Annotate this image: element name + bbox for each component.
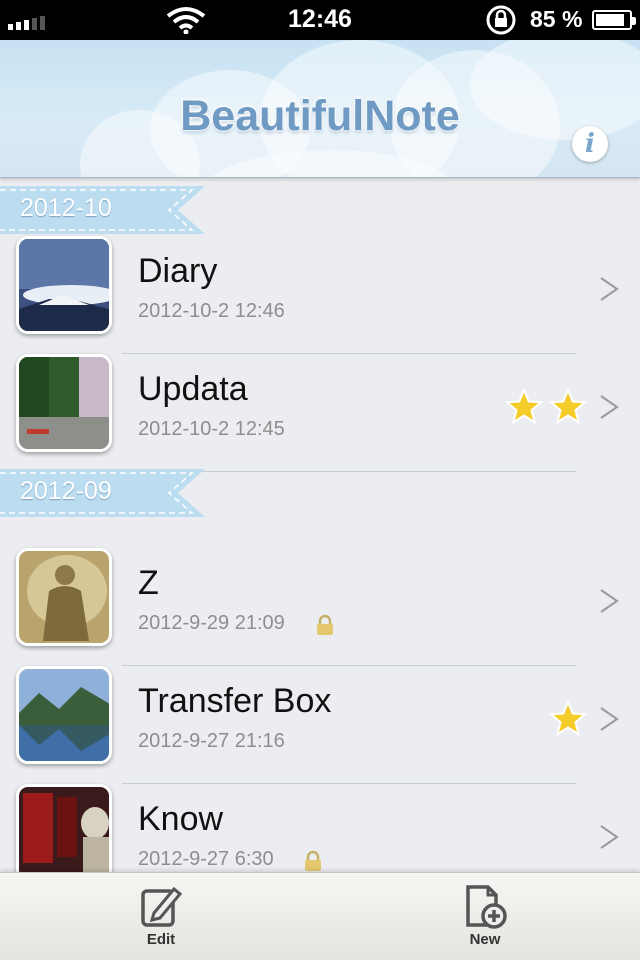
note-date: 2012-9-27 21:16 (138, 730, 285, 752)
chevron-right-icon: > (600, 395, 619, 419)
bottom-toolbar: Edit New (0, 872, 640, 960)
note-title: Transfer Box (138, 682, 332, 720)
note-thumbnail (16, 666, 112, 764)
chevron-right-icon: > (600, 589, 619, 613)
note-title: Know (138, 800, 224, 838)
edit-icon (141, 886, 183, 927)
new-note-icon (466, 885, 507, 929)
app-title: BeautifulNote (180, 92, 460, 140)
note-date: 2012-10-2 12:46 (138, 300, 285, 322)
note-thumbnail (16, 548, 112, 646)
note-title: Updata (138, 370, 248, 408)
app-header: BeautifulNote i (0, 40, 640, 178)
list-item[interactable]: Updata 2012-10-2 12:45 > (0, 354, 640, 472)
note-thumbnail (16, 236, 112, 334)
battery-percentage: 85 % (530, 6, 583, 32)
status-bar: 12:46 85 % (0, 0, 640, 40)
section-header: 2012-10 (0, 184, 205, 236)
lock-icon (317, 614, 333, 635)
star-icon (505, 388, 543, 425)
chevron-right-icon: > (600, 825, 619, 849)
edit-label: Edit (146, 931, 176, 948)
section-header: 2012-09 (0, 467, 205, 519)
rotation-lock-icon (486, 5, 516, 35)
info-icon[interactable]: i (572, 126, 608, 162)
list-item[interactable]: Diary 2012-10-2 12:46 > (0, 236, 640, 354)
list-item[interactable]: Z 2012-9-29 21:09 > (0, 548, 640, 666)
note-date: 2012-9-27 6:30 (138, 848, 274, 870)
chevron-right-icon: > (600, 707, 619, 731)
chevron-right-icon: > (600, 277, 619, 301)
star-icon (549, 700, 587, 737)
note-date: 2012-10-2 12:45 (138, 418, 285, 440)
note-title: Z (138, 564, 159, 602)
section-label: 2012-09 (20, 477, 112, 505)
note-date: 2012-9-29 21:09 (138, 612, 285, 634)
star-icon (549, 388, 587, 425)
edit-button[interactable]: Edit (121, 883, 201, 957)
list-item[interactable]: Transfer Box 2012-9-27 21:16 > (0, 666, 640, 784)
new-label: New (469, 931, 501, 948)
lock-icon (305, 850, 321, 871)
section-label: 2012-10 (20, 194, 112, 222)
note-thumbnail (16, 784, 112, 882)
new-note-button[interactable]: New (445, 883, 525, 957)
battery-icon (592, 10, 636, 30)
note-thumbnail (16, 354, 112, 452)
note-title: Diary (138, 252, 218, 290)
